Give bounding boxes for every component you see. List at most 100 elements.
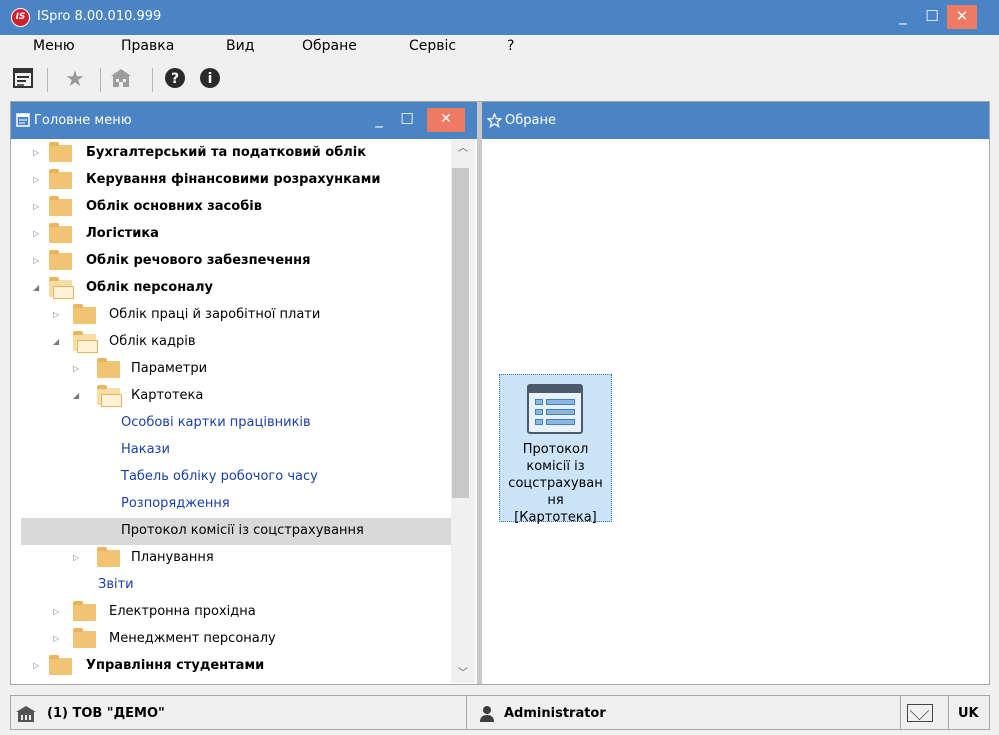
collapsed-arrow-icon[interactable]: ▷ [33,175,43,185]
tree-item[interactable]: Звіти [11,572,451,599]
collapsed-arrow-icon[interactable]: ▷ [73,553,83,563]
menu-bar: Меню Правка Вид Обране Сервіс ? [0,35,999,59]
tree-item[interactable]: ▷ Планування [11,545,451,572]
tree-item[interactable]: ▷ Бухгалтерський та податковий облік [11,140,451,167]
favorites-star-icon [486,112,503,129]
panel-maximize-button[interactable]: ☐ [393,108,421,132]
collapsed-arrow-icon[interactable]: ▷ [53,310,63,320]
info-icon[interactable]: i [197,67,223,93]
favorites-header: Обране [482,102,989,139]
tree-item-label: Облік основних засобів [86,199,262,214]
window-maximize-button[interactable]: ☐ [915,0,949,35]
expanded-arrow-icon[interactable]: ◢ [73,391,83,401]
main-menu-icon[interactable] [10,67,36,93]
mail-icon[interactable] [907,704,933,722]
tree-item[interactable]: ◢ Картотека [11,383,451,410]
favorites-star-icon[interactable]: ★ [62,67,88,93]
tree-item[interactable]: Протокол комісії із соцстрахування [21,518,451,545]
tree-item-label: Звіти [98,577,134,592]
folder-icon [49,142,72,162]
status-separator [466,696,467,729]
favorite-tile-label: Протокол комісії із соцстрахуван ня [Кар… [502,441,609,526]
menu-item-view[interactable]: Вид [226,38,254,54]
workspace: Головне меню _ ☐ ✕ ▷ Бухгалтерський та по… [10,101,990,685]
window-title: ISpro 8.00.010.999 [37,9,162,24]
favorites-panel: Обране Протокол комісії із соцстрахуван … [482,102,989,684]
tree-item[interactable]: ▷ Керування фінансовими розрахунками [11,167,451,194]
tree-item[interactable]: Особові картки працівників [11,410,451,437]
folder-icon [49,196,72,216]
user-name[interactable]: Administrator [504,706,606,721]
folder-icon [73,628,96,648]
tree-item[interactable]: ▷ Управління студентами [11,653,451,680]
scroll-down-icon[interactable]: ﹀ [451,665,475,683]
scroll-thumb[interactable] [452,168,469,498]
toolbar-separator [152,68,153,92]
svg-text:i: i [208,71,213,87]
collapsed-arrow-icon[interactable]: ▷ [53,607,63,617]
tree-item[interactable]: ▷ Електронна прохідна [11,599,451,626]
window-close-button[interactable]: ✕ [947,5,977,29]
collapsed-arrow-icon[interactable]: ▷ [33,229,43,239]
organization-label[interactable]: (1) ТОВ "ДЕМО" [47,706,165,721]
app-logo-icon: IS [11,8,30,27]
tree-item-label: Керування фінансовими розрахунками [86,172,381,187]
tree-item[interactable]: ▷ Менеджмент персоналу [11,626,451,653]
folder-icon [73,304,96,324]
tree-item-label: Протокол комісії із соцстрахування [121,523,364,538]
folder-open-icon [49,277,74,299]
tree-item[interactable]: ◢ Облік персоналу [11,275,451,302]
tree-item-label: Параметри [131,361,208,376]
tree-item[interactable]: Розпорядження [11,491,451,518]
scroll-up-icon[interactable]: ︿ [451,140,475,158]
folder-icon [97,547,120,567]
expanded-arrow-icon[interactable]: ◢ [53,337,63,347]
collapsed-arrow-icon[interactable]: ▷ [73,364,83,374]
status-separator [948,696,949,729]
collapsed-arrow-icon[interactable]: ▷ [33,202,43,212]
tree-scrollbar[interactable]: ︿ ﹀ [451,140,475,683]
tree-item[interactable]: ▷ Параметри [11,356,451,383]
menu-item-favorites[interactable]: Обране [302,38,357,54]
favorites-title: Обране [505,113,556,128]
tree-item-label: Логістика [86,226,159,241]
tree-item-label: Табель обліку робочого часу [121,469,318,484]
menu-item-edit[interactable]: Правка [121,38,174,54]
folder-open-icon [73,331,98,353]
tree-item-label: Управління студентами [86,658,265,673]
title-bar: IS ISpro 8.00.010.999 _ ☐ ✕ [0,0,999,35]
tile-label-line: комісії із [526,459,585,474]
tree-item-label: Планування [131,550,214,565]
tree-item[interactable]: Табель обліку робочого часу [11,464,451,491]
panel-minimize-button[interactable]: _ [365,108,393,132]
tree-item-label: Облік речового забезпечення [86,253,311,268]
folder-icon [73,601,96,621]
menu-item-help[interactable]: ? [507,38,514,54]
collapsed-arrow-icon[interactable]: ▷ [53,634,63,644]
tree-item-label: Облік праці й заробітної плати [109,307,321,322]
tree-item-label: Менеджмент персоналу [109,631,276,646]
collapsed-arrow-icon[interactable]: ▷ [33,148,43,158]
tree-item[interactable]: ▷ Облік праці й заробітної плати [11,302,451,329]
tree-item[interactable]: Накази [11,437,451,464]
tree-item[interactable]: ▷ Облік речового забезпечення [11,248,451,275]
tree-item[interactable]: ▷ Логістика [11,221,451,248]
menu-item-service[interactable]: Сервіс [409,38,456,54]
tile-label-line: ня [547,493,564,508]
language-indicator[interactable]: UK [958,706,979,721]
help-icon[interactable]: ? [162,67,188,93]
status-separator [900,696,901,729]
toolbar: ★ ? i [0,59,999,99]
tree-item[interactable]: ▷ Облік основних засобів [11,194,451,221]
building-icon[interactable] [108,67,134,93]
collapsed-arrow-icon[interactable]: ▷ [33,256,43,266]
expanded-arrow-icon[interactable]: ◢ [33,283,43,293]
toolbar-separator [47,68,48,92]
menu-item-menu[interactable]: Меню [33,38,75,54]
tree-item-label: Розпорядження [121,496,230,511]
collapsed-arrow-icon[interactable]: ▷ [33,661,43,671]
tree-item[interactable]: ◢ Облік кадрів [11,329,451,356]
favorite-tile-protocol[interactable]: Протокол комісії із соцстрахуван ня [Кар… [499,374,612,525]
panel-close-button[interactable]: ✕ [427,108,465,132]
tile-label-line: соцстрахуван [508,476,603,491]
